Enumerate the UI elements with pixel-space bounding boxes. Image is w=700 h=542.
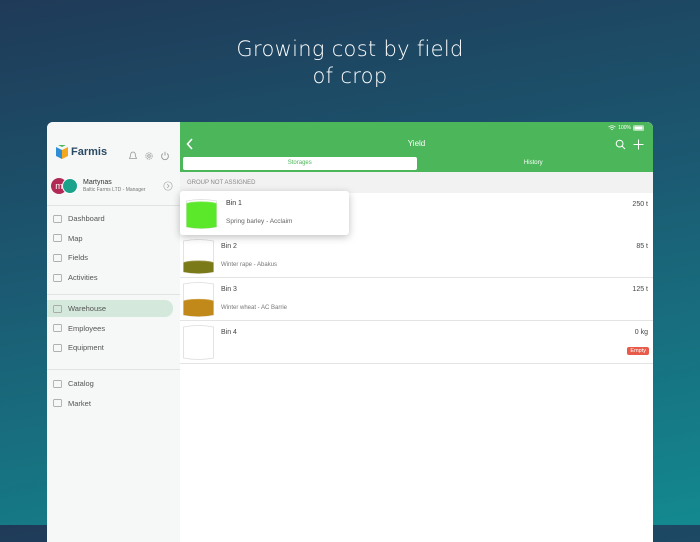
user-name: Martynas — [83, 179, 112, 186]
bin-fill-icon — [183, 325, 214, 360]
bin-quantity: 250 t — [632, 201, 648, 208]
bin-name: Bin 1 — [226, 200, 242, 207]
catalog-icon — [53, 379, 62, 388]
sidebar-item-label: Market — [68, 398, 91, 408]
headline-line-2: of crop — [312, 64, 388, 88]
sidebar-item-market[interactable]: Market — [47, 395, 173, 412]
sidebar-divider — [47, 294, 180, 295]
bin-fill-icon — [183, 282, 214, 317]
bin-crop: Spring barley - Acclaim — [226, 218, 293, 225]
warehouse-icon — [53, 304, 62, 313]
app-logo: Farmis — [56, 145, 107, 159]
gear-icon[interactable] — [144, 148, 154, 160]
bin-crop: Winter wheat - AC Barrie — [221, 305, 288, 311]
tab-storages[interactable]: Storages — [183, 157, 417, 170]
segmented-tabs: Storages History — [183, 157, 650, 170]
equipment-icon — [53, 344, 62, 352]
sidebar-item-label: Activities — [68, 273, 98, 283]
search-icon[interactable] — [615, 137, 626, 150]
tab-history[interactable]: History — [417, 157, 651, 170]
sidebar-divider — [47, 369, 180, 370]
sidebar-item-label: Map — [68, 233, 83, 243]
farm-avatar — [62, 178, 78, 194]
map-icon — [53, 234, 62, 243]
bin-fill-icon — [183, 239, 214, 274]
dashboard-icon — [53, 214, 62, 223]
employees-icon — [53, 324, 62, 333]
headline-line-1: Growing cost by field — [236, 37, 464, 61]
bin-quantity: 85 t — [636, 243, 648, 250]
page-title: Yield — [407, 139, 426, 148]
user-profile[interactable]: m Martynas Baltic Farms LTD - Manager — [51, 178, 179, 198]
sidebar-item-equipment[interactable]: Equipment — [47, 339, 173, 356]
sidebar-item-label: Dashboard — [68, 214, 105, 223]
sidebar-item-dashboard[interactable]: Dashboard — [47, 210, 173, 227]
sidebar-item-label: Equipment — [68, 343, 104, 353]
fields-icon — [53, 254, 62, 262]
logo-icon — [56, 145, 68, 159]
sidebar-divider — [47, 205, 180, 206]
sidebar-item-label: Fields — [68, 253, 89, 263]
bin-row[interactable]: Bin 3 Winter wheat - AC Barrie 125 t — [180, 278, 653, 321]
activities-icon — [53, 273, 62, 282]
status-bar: 100% — [608, 125, 645, 131]
header-bar: 100% Yield Storages History — [180, 122, 653, 172]
bin-fill-icon — [186, 199, 217, 229]
empty-badge: Empty — [627, 347, 649, 355]
group-header: GROUP NOT ASSIGNED — [180, 172, 653, 193]
wifi-icon — [608, 125, 616, 131]
power-icon[interactable] — [160, 148, 170, 161]
user-org: Baltic Farms LTD - Manager — [83, 187, 146, 193]
group-label: GROUP NOT ASSIGNED — [187, 180, 256, 186]
add-icon[interactable] — [633, 137, 644, 150]
bin-row[interactable]: Bin 2 Winter rape - Abakus 85 t — [180, 235, 653, 278]
sidebar-item-employees[interactable]: Employees — [47, 320, 173, 337]
tablet-screen: Farmis m Martynas Baltic Farms LTD - Man… — [47, 122, 653, 542]
bin-drag-preview[interactable]: Bin 1 Spring barley - Acclaim — [180, 191, 349, 235]
bell-icon[interactable] — [128, 148, 138, 159]
bin-quantity: 125 t — [632, 286, 648, 293]
chevron-right-icon[interactable] — [163, 181, 173, 191]
bin-name: Bin 2 — [221, 243, 237, 250]
sidebar-item-fields[interactable]: Fields — [47, 249, 173, 266]
bin-crop: Winter rape - Abakus — [221, 262, 278, 268]
main-panel: 100% Yield Storages History GROUP NOT AS… — [180, 122, 653, 542]
market-icon — [53, 399, 62, 408]
sidebar-item-activities[interactable]: Activities — [47, 269, 173, 286]
bin-name: Bin 3 — [221, 286, 237, 293]
bin-quantity: 0 kg — [634, 329, 648, 336]
sidebar-item-catalog[interactable]: Catalog — [47, 375, 173, 392]
sidebar-item-warehouse[interactable]: Warehouse — [47, 300, 173, 317]
battery-percent: 100% — [618, 125, 631, 131]
bin-name: Bin 4 — [221, 329, 237, 336]
sidebar-item-label: Catalog — [68, 379, 94, 388]
battery-icon — [633, 125, 644, 131]
sidebar-item-label: Warehouse — [68, 304, 107, 313]
sidebar: Farmis m Martynas Baltic Farms LTD - Man… — [47, 122, 181, 542]
sidebar-item-label: Employees — [68, 323, 106, 333]
logo-text: Farmis — [71, 146, 108, 158]
bin-row[interactable]: Bin 4 0 kg Empty — [180, 321, 653, 364]
sidebar-item-map[interactable]: Map — [47, 230, 173, 247]
header-actions — [615, 137, 644, 150]
sidebar-top-icons — [128, 148, 170, 161]
headline: Growing cost by field of crop — [0, 36, 700, 90]
